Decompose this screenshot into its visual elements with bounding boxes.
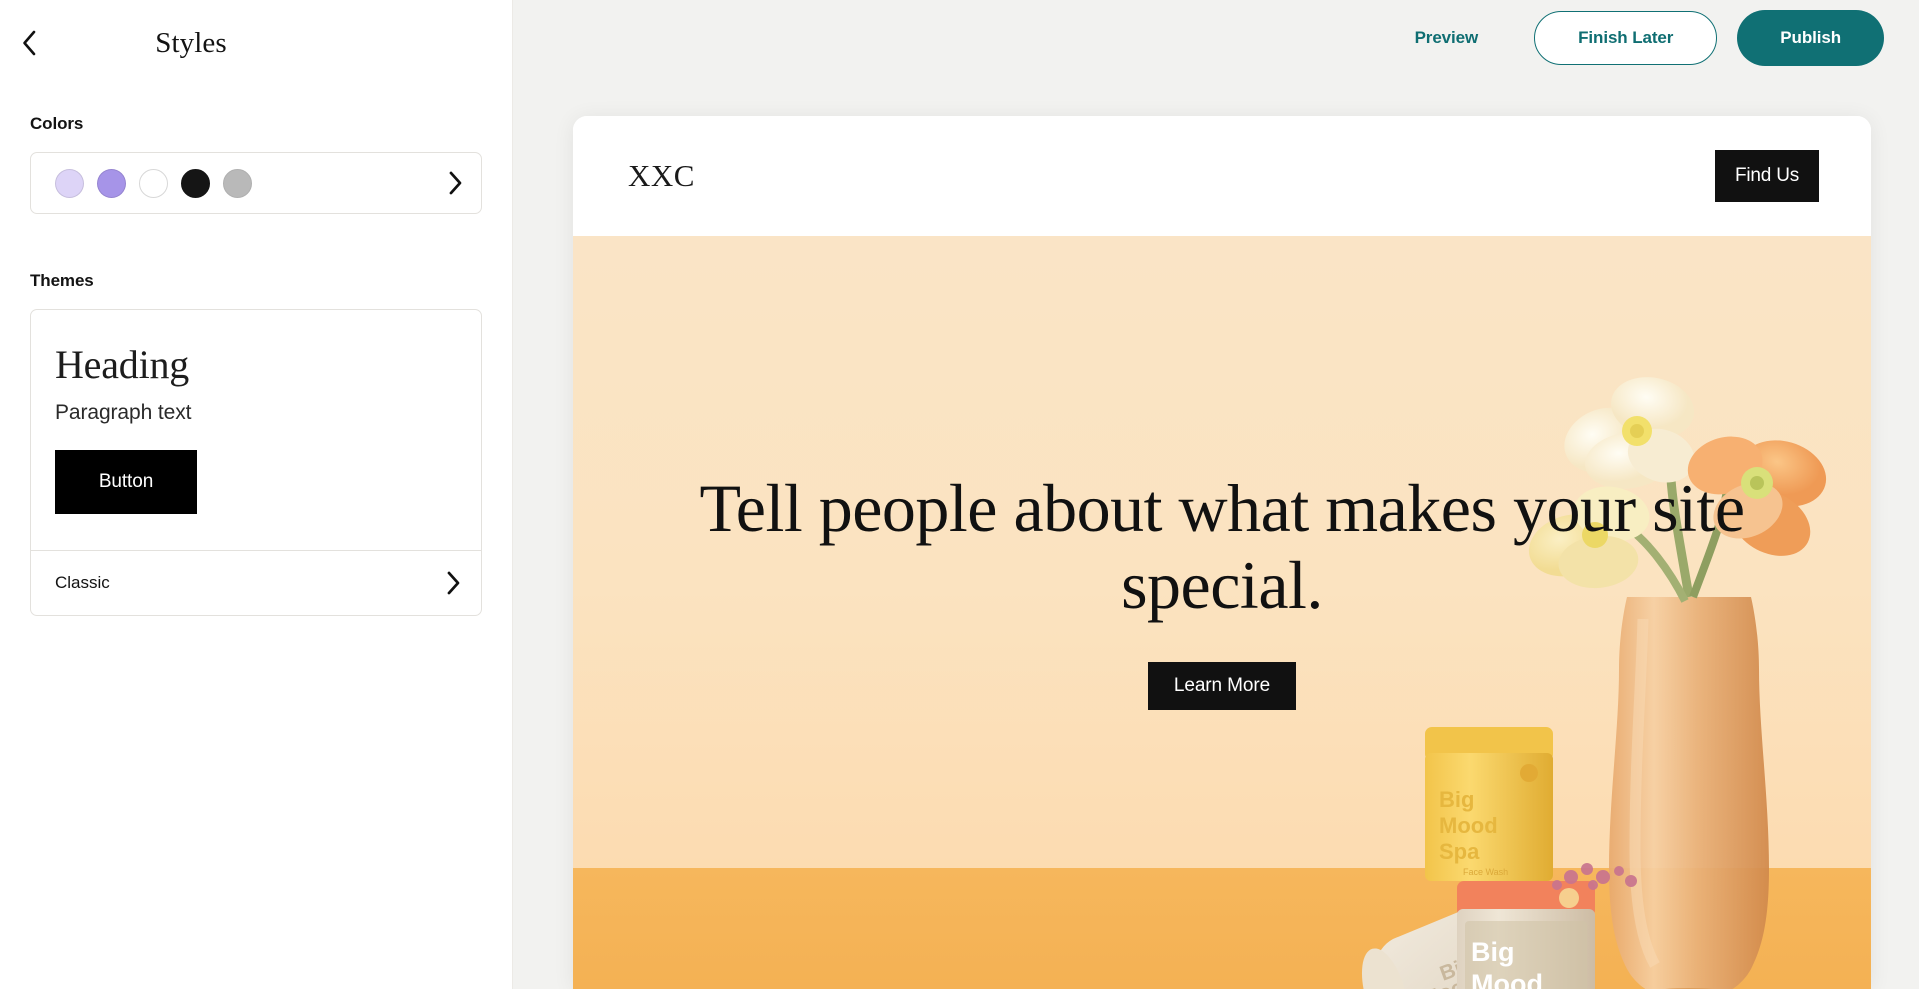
- color-swatch[interactable]: [181, 168, 210, 198]
- theme-preview-button[interactable]: Button: [55, 450, 197, 514]
- site-nav: XXC Find Us: [573, 116, 1871, 236]
- preview-canvas: Preview Finish Later Publish XXC Find Us: [513, 0, 1919, 989]
- theme-preview-paragraph: Paragraph text: [55, 401, 192, 424]
- styles-editor-app: Styles Colors Themes Heading Paragraph t…: [0, 0, 1919, 989]
- publish-button[interactable]: Publish: [1737, 9, 1884, 66]
- selected-theme-name: Classic: [55, 573, 110, 592]
- theme-selector-row[interactable]: Classic: [31, 550, 481, 615]
- find-us-button[interactable]: Find Us: [1715, 150, 1819, 202]
- theme-preview-heading: Heading: [55, 342, 190, 387]
- finish-later-button[interactable]: Finish Later: [1534, 10, 1718, 65]
- page-title: Styles: [155, 26, 227, 59]
- color-swatch[interactable]: [139, 168, 168, 198]
- hero-headline: Tell people about what makes your site s…: [699, 470, 1745, 623]
- theme-card: Heading Paragraph text Button Classic: [30, 309, 482, 616]
- svg-text:Spa: Spa: [1439, 839, 1480, 864]
- color-swatch[interactable]: [223, 168, 252, 198]
- color-swatch-list: [55, 168, 448, 198]
- color-swatch[interactable]: [55, 168, 84, 198]
- site-preview-frame[interactable]: XXC Find Us Big Big Mood Big Mood Spa Fa…: [573, 116, 1871, 989]
- hero-section: Big Mood Spa Big Mood Spa Floral Steam: [573, 236, 1871, 989]
- sidebar-header: Styles: [0, 0, 512, 86]
- preview-button[interactable]: Preview: [1397, 18, 1497, 58]
- hero-content: Tell people about what makes your site s…: [573, 236, 1871, 710]
- site-logo: XXC: [628, 158, 695, 193]
- back-button[interactable]: [8, 22, 50, 64]
- learn-more-button[interactable]: Learn More: [1147, 661, 1297, 710]
- theme-preview: Heading Paragraph text Button: [31, 310, 481, 550]
- styles-sidebar: Styles Colors Themes Heading Paragraph t…: [0, 0, 513, 989]
- color-swatch[interactable]: [97, 168, 126, 198]
- themes-section-label: Themes: [30, 271, 94, 290]
- editor-toolbar: Preview Finish Later Publish: [513, 0, 1919, 75]
- chevron-left-icon: [21, 30, 37, 56]
- chevron-right-icon: [446, 571, 461, 595]
- colors-section-label: Colors: [30, 114, 84, 133]
- hero-floor: [573, 868, 1871, 989]
- colors-palette-row[interactable]: [30, 152, 482, 214]
- chevron-right-icon: [448, 171, 463, 195]
- svg-text:Big: Big: [1439, 787, 1474, 812]
- svg-text:Mood: Mood: [1439, 813, 1498, 838]
